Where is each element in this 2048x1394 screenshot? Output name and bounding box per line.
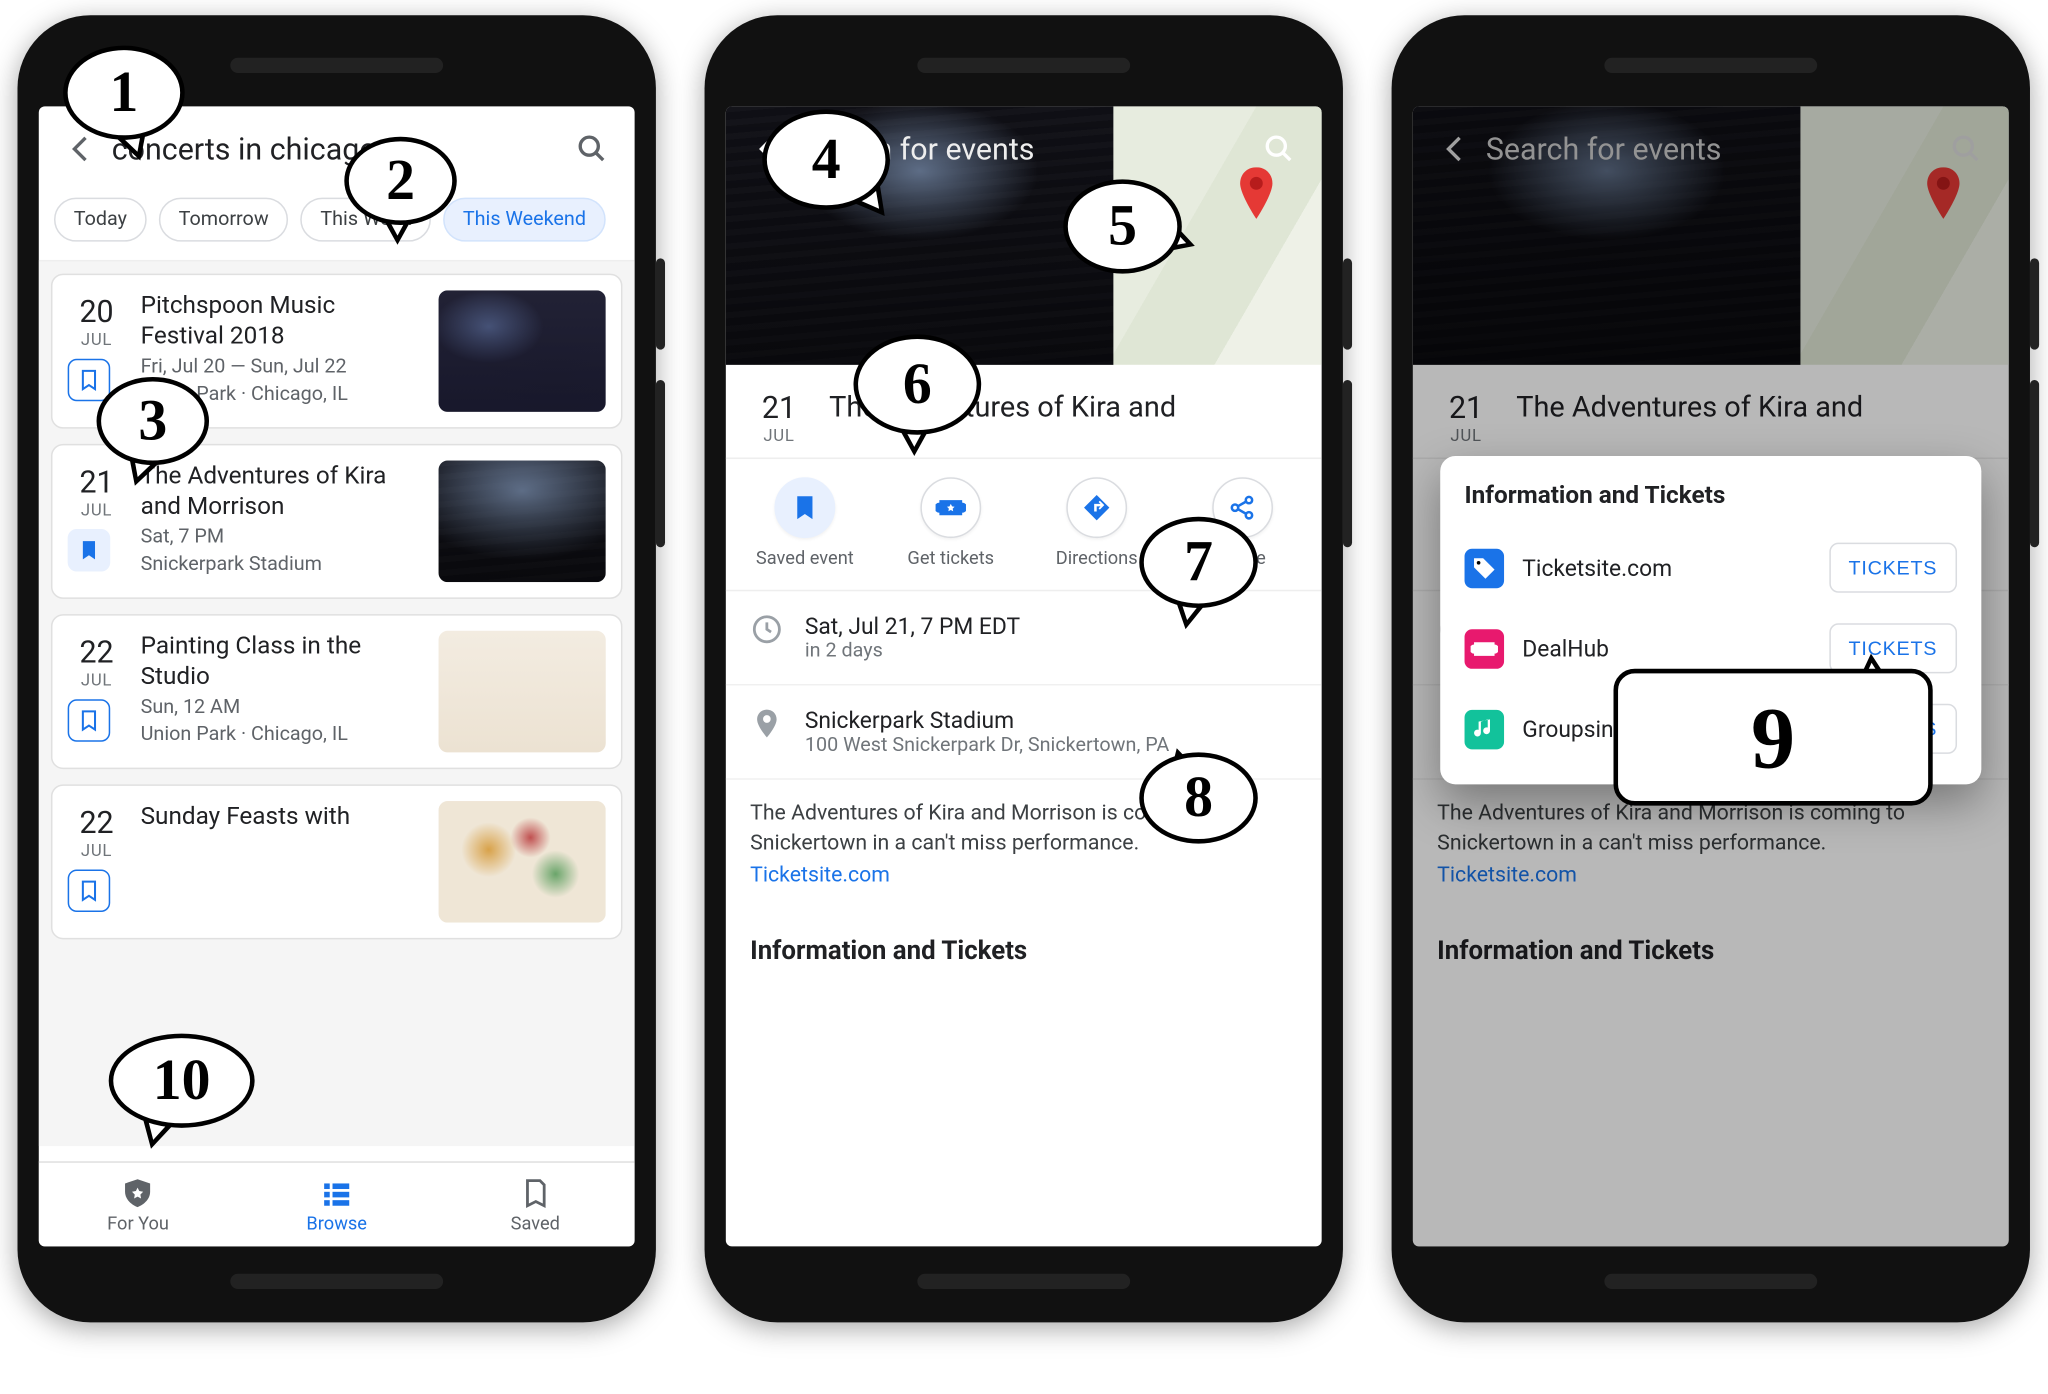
screen-1: concerts in chicago Today Tomorrow This We… — [38, 106, 634, 1246]
search-input[interactable]: Search for events — [1485, 131, 1935, 167]
event-card[interactable]: 20JUL Pitchspoon Music Festival 2018Fri, … — [50, 274, 622, 429]
description-source-link[interactable]: Ticketsite.com — [750, 863, 890, 887]
phone-3: Search for events 21 JUL The Adventures … — [1391, 15, 2029, 1322]
bottom-nav: For You Browse Saved — [38, 1161, 634, 1246]
back-icon[interactable] — [737, 119, 798, 180]
description-source-link[interactable]: Ticketsite.com — [1437, 863, 1577, 887]
action-saved[interactable]: Saved event — [744, 477, 866, 568]
filter-chips: TodayTomorrowThis WeekThis Weekend — [38, 192, 634, 262]
event-info: Sunday Feasts with — [140, 801, 423, 834]
event-actions: Saved event Get tickets Directions Share — [725, 459, 1321, 591]
event-info: The Adventures of Kira and MorrisonSat, … — [140, 461, 423, 578]
back-icon[interactable] — [50, 119, 111, 180]
event-thumbnail — [438, 631, 605, 753]
section-tickets-header: Information and Tickets — [725, 909, 1321, 982]
action-tickets[interactable]: Get tickets — [889, 477, 1011, 568]
event-title: The Adventures of Kira and — [829, 386, 1176, 424]
tickets-button[interactable]: TICKETS — [1828, 623, 1956, 673]
event-info: Painting Class in the StudioSun, 12 AMUn… — [140, 631, 423, 748]
nav-label: Saved — [510, 1212, 559, 1233]
provider-icon — [1464, 548, 1504, 588]
provider-icon — [1464, 709, 1504, 749]
event-card[interactable]: 22JUL Sunday Feasts with — [50, 784, 622, 939]
phone-1: concerts in chicago Today Tomorrow This We… — [17, 15, 655, 1322]
ticket-provider-row: Ticketsite.com TICKETS — [1464, 527, 1956, 608]
modal-title: Information and Tickets — [1464, 480, 1956, 509]
event-date: 21 JUL — [1437, 386, 1495, 445]
nav-saved[interactable]: Saved — [436, 1163, 635, 1247]
location-icon — [750, 707, 783, 740]
events-list[interactable]: 20JUL Pitchspoon Music Festival 2018Fri, … — [38, 261, 634, 1146]
search-bar-overlay: Search for events — [725, 106, 1321, 191]
filter-chip[interactable]: Today — [53, 198, 146, 242]
search-icon[interactable] — [1248, 119, 1309, 180]
provider-name: Groupsintown — [1522, 715, 1810, 742]
action-share[interactable]: Share — [1181, 477, 1303, 568]
ticket-provider-row: Groupsintown TICKETS — [1464, 689, 1956, 770]
phone-2: Search for events 21 JUL The Adventures … — [704, 15, 1342, 1322]
nav-label: Browse — [306, 1212, 367, 1233]
screen-2: Search for events 21 JUL The Adventures … — [725, 106, 1321, 1246]
event-thumbnail — [438, 461, 605, 583]
bookmark-icon[interactable] — [67, 869, 110, 912]
nav-label: For You — [107, 1212, 169, 1233]
filter-chip[interactable]: This Weekend — [443, 198, 606, 242]
screen-3: Search for events 21 JUL The Adventures … — [1412, 106, 2008, 1246]
event-date: 20JUL — [67, 290, 125, 401]
event-title-block: 21 JUL The Adventures of Kira and — [1412, 365, 2008, 459]
clock-icon — [750, 613, 783, 646]
event-date: 21 JUL — [750, 386, 808, 445]
provider-icon — [1464, 629, 1504, 669]
bookmark-icon[interactable] — [67, 529, 110, 572]
back-icon[interactable] — [1425, 119, 1486, 180]
provider-name: DealHub — [1522, 635, 1810, 662]
event-description: The Adventures of Kira and Morrison is c… — [725, 780, 1321, 909]
event-title-block: 21 JUL The Adventures of Kira and — [725, 365, 1321, 459]
search-icon[interactable] — [561, 119, 622, 180]
tickets-modal: Information and Tickets Ticketsite.com TI… — [1440, 456, 1981, 784]
event-thumbnail — [438, 801, 605, 923]
event-date: 22JUL — [67, 801, 125, 912]
provider-name: Ticketsite.com — [1522, 554, 1810, 581]
bookmark-icon[interactable] — [67, 359, 110, 402]
event-description: The Adventures of Kira and Morrison is c… — [1412, 780, 2008, 909]
nav-for-you[interactable]: For You — [38, 1163, 237, 1247]
detail-venue: Snickerpark Stadium 100 West Snickerpark… — [725, 686, 1321, 780]
tickets-button[interactable]: TICKETS — [1828, 543, 1956, 593]
detail-time: Sat, Jul 21, 7 PM EDT in 2 days — [725, 591, 1321, 685]
action-directions[interactable]: Directions — [1035, 477, 1157, 568]
filter-chip[interactable]: Tomorrow — [158, 198, 288, 242]
event-date: 21JUL — [67, 461, 125, 572]
event-thumbnail — [438, 290, 605, 412]
event-card[interactable]: 22JUL Painting Class in the StudioSun, 12… — [50, 614, 622, 769]
bookmark-icon[interactable] — [67, 699, 110, 742]
tickets-button[interactable]: TICKETS — [1828, 704, 1956, 754]
search-input[interactable]: Search for events — [798, 131, 1248, 167]
search-icon[interactable] — [1935, 119, 1996, 180]
event-info: Pitchspoon Music Festival 2018Fri, Jul 2… — [140, 290, 423, 407]
search-input[interactable]: concerts in chicago — [111, 131, 561, 167]
event-title: The Adventures of Kira and — [1516, 386, 1863, 424]
nav-browse[interactable]: Browse — [237, 1163, 436, 1247]
section-tickets-header: Information and Tickets — [1412, 909, 2008, 982]
event-date: 22JUL — [67, 631, 125, 742]
search-bar-overlay: Search for events — [1412, 106, 2008, 191]
